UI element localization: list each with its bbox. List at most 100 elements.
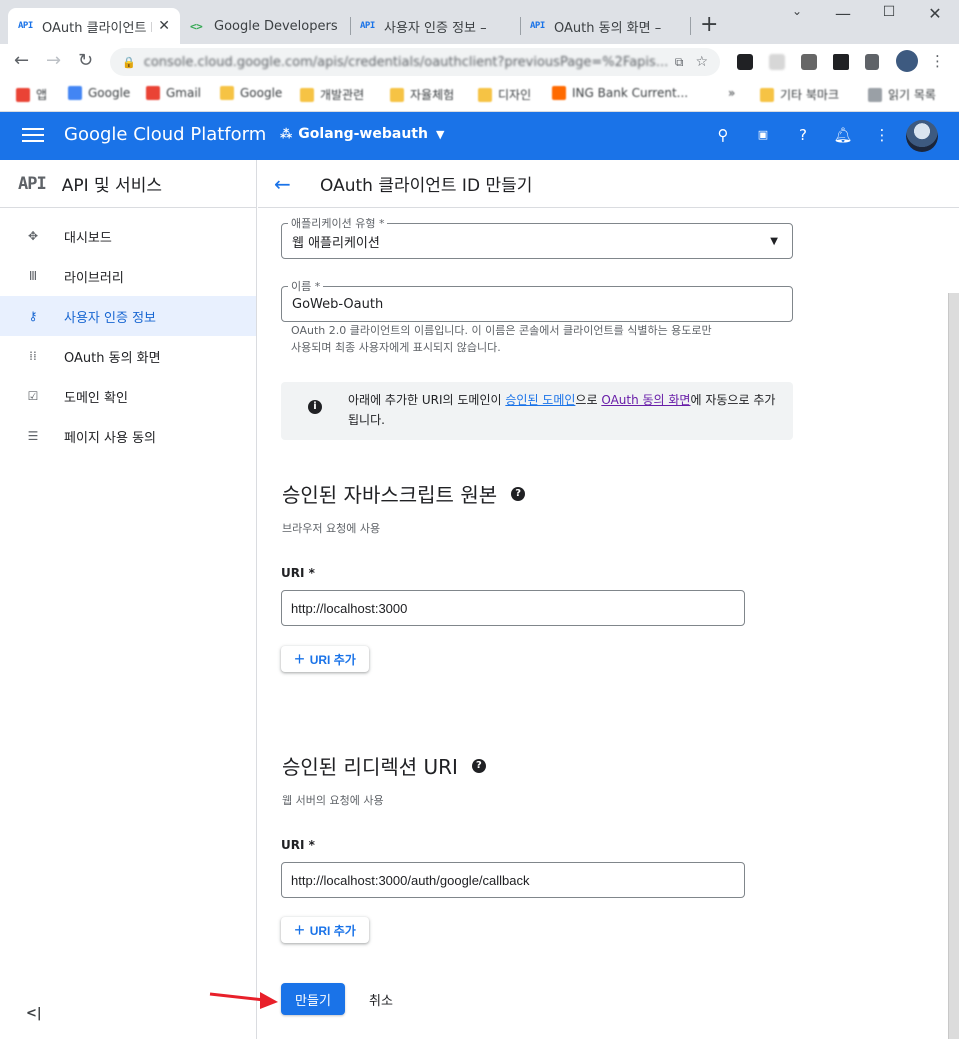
reading-list-icon <box>868 87 882 102</box>
more-vert-icon[interactable]: ⋮ <box>871 126 893 144</box>
reload-icon[interactable]: ↻ <box>78 50 93 71</box>
bank-icon <box>552 86 566 100</box>
bookmark-item[interactable]: ING Bank Current... <box>552 86 688 100</box>
bookmark-item[interactable]: 디자인 <box>478 86 531 103</box>
scrollbar[interactable] <box>948 293 959 1039</box>
sidebar-item-dashboard[interactable]: ✥ 대시보드 <box>0 216 256 256</box>
redirect-uri-input[interactable] <box>281 862 745 898</box>
api-favicon-icon: API <box>530 21 545 31</box>
more-vert-icon[interactable]: ⋮ <box>930 52 945 70</box>
project-icon: ⁂ <box>280 127 293 141</box>
sidebar-item-library[interactable]: Ⅲ 라이브러리 <box>0 256 256 296</box>
authorized-domains-link[interactable]: 승인된 도메인 <box>505 393 575 407</box>
info-icon: i <box>308 400 322 414</box>
cancel-button[interactable]: 취소 <box>356 983 406 1015</box>
app-type-select[interactable]: 애플리케이션 유형 * 웹 애플리케이션 ▼ <box>281 215 793 259</box>
back-nav-icon[interactable]: ← <box>14 50 29 71</box>
js-origins-subtitle: 브라우저 요청에 사용 <box>282 522 381 535</box>
close-window-icon[interactable]: ✕ <box>912 4 958 23</box>
collapse-sidebar-icon[interactable]: <| <box>26 1006 42 1021</box>
brand-title[interactable]: Google Cloud Platform <box>64 124 266 145</box>
bookmark-item[interactable]: 기타 북마크 <box>760 86 839 103</box>
help-icon[interactable]: ? <box>511 486 526 501</box>
sidebar-item-domain-verification[interactable]: ☑ 도메인 확인 <box>0 376 256 416</box>
sidebar-title: API 및 서비스 <box>61 176 162 196</box>
lock-icon: 🔒 <box>122 55 136 69</box>
app-type-value: 웹 애플리케이션 <box>292 235 380 251</box>
redirect-uris-subtitle: 웹 서버의 요청에 사용 <box>282 794 384 807</box>
google-icon <box>68 86 82 100</box>
browser-tab-consent-screen[interactable]: API OAuth 동의 화면 – <box>520 8 690 44</box>
bookmarks-overflow-icon[interactable]: » <box>728 86 735 100</box>
chevron-down-icon[interactable]: ⌄ <box>774 4 820 18</box>
address-bar[interactable]: 🔒 console.cloud.google.com/apis/credenti… <box>110 48 720 76</box>
key-icon: ⚷ <box>28 309 38 323</box>
dashboard-icon: ✥ <box>27 229 39 243</box>
minimize-icon[interactable]: — <box>820 4 866 23</box>
bookmark-item[interactable]: Google <box>68 86 130 100</box>
profile-avatar[interactable] <box>896 50 918 72</box>
cloud-shell-icon[interactable]: ▣ <box>752 128 774 141</box>
main-header: ← OAuth 클라이언트 ID 만들기 <box>258 160 959 208</box>
close-tab-icon[interactable]: ✕ <box>158 18 170 34</box>
tab-separator <box>690 17 691 35</box>
oauth-consent-link[interactable]: OAuth 동의 화면 <box>601 393 690 407</box>
redirect-uris-title: 승인된 리디렉션 URI ? <box>282 751 486 780</box>
sidebar-item-label: 대시보드 <box>64 230 112 246</box>
playlist-icon[interactable] <box>865 54 879 70</box>
bookmark-item[interactable]: Gmail <box>146 86 201 100</box>
tab-title: Google Developers <box>214 18 338 34</box>
add-redirect-uri-button[interactable]: + URI 추가 <box>281 917 369 943</box>
tab-title: OAuth 클라이언트 I <box>42 20 153 36</box>
project-name: Golang-webauth <box>298 126 428 142</box>
project-selector[interactable]: ⁂ Golang-webauth ▼ <box>280 126 444 142</box>
js-origin-uri-input[interactable] <box>281 590 745 626</box>
folder-icon <box>478 87 492 102</box>
bookmark-item[interactable]: 개발관련 <box>300 86 364 103</box>
plus-icon: + <box>294 649 305 669</box>
help-icon[interactable]: ? <box>471 758 486 773</box>
tab-title: 사용자 인증 정보 – <box>384 20 487 36</box>
menu-icon[interactable] <box>22 124 44 148</box>
tab-title: OAuth 동의 화면 – <box>554 20 662 36</box>
sidebar-header: API API 및 서비스 <box>0 160 256 208</box>
bookmark-item[interactable]: 자율체험 <box>390 86 454 103</box>
add-js-origin-uri-button[interactable]: + URI 추가 <box>281 646 369 672</box>
bookmark-item[interactable]: 읽기 목록 <box>868 86 936 103</box>
help-icon[interactable]: ? <box>792 126 814 144</box>
browser-tab-oauth-client[interactable]: API OAuth 클라이언트 I ✕ <box>8 8 180 44</box>
new-tab-icon[interactable]: + <box>700 12 718 37</box>
client-name-hint: OAuth 2.0 클라이언트의 이름입니다. 이 이름은 콘솔에서 클라이언트… <box>291 324 712 354</box>
share-icon[interactable]: ⧉ <box>675 55 684 70</box>
browser-tab-google-developers[interactable]: <> Google Developers <box>180 8 350 44</box>
extension-icon[interactable] <box>737 54 753 70</box>
sidebar-item-page-usage[interactable]: ☰ 페이지 사용 동의 <box>0 416 256 456</box>
folder-icon <box>300 87 314 102</box>
extension-icon[interactable] <box>769 54 785 70</box>
sidebar-item-oauth-consent[interactable]: ⁞⁞ OAuth 동의 화면 <box>0 336 256 376</box>
browser-tab-credentials[interactable]: API 사용자 인증 정보 – <box>350 8 520 44</box>
extension-icon[interactable] <box>801 54 817 70</box>
back-arrow-icon[interactable]: ← <box>274 172 298 196</box>
bookmark-item[interactable]: 앱 <box>16 86 47 103</box>
client-name-field[interactable]: 이름 * GoWeb-Oauth <box>281 278 793 322</box>
domain-check-icon: ☑ <box>27 389 39 403</box>
sidebar-item-label: 도메인 확인 <box>64 390 128 406</box>
form-content: 애플리케이션 유형 * 웹 애플리케이션 ▼ 이름 * GoWeb-Oauth … <box>258 209 948 1039</box>
create-button[interactable]: 만들기 <box>281 983 345 1015</box>
search-icon[interactable]: ⚲ <box>712 126 734 144</box>
api-logo-icon: API <box>18 173 47 194</box>
app-type-label: 애플리케이션 유형 * <box>288 215 388 231</box>
sidebar-item-label: 라이브러리 <box>64 270 124 286</box>
puzzle-icon[interactable] <box>833 54 849 70</box>
bookmark-item[interactable]: Google <box>220 86 282 100</box>
api-favicon-icon: API <box>18 21 33 31</box>
forward-nav-icon[interactable]: → <box>46 50 61 71</box>
maximize-icon[interactable]: ☐ <box>866 4 912 20</box>
notifications-icon[interactable]: 🔔︎ <box>832 126 854 144</box>
sidebar-item-credentials[interactable]: ⚷ 사용자 인증 정보 <box>0 296 256 336</box>
account-avatar[interactable] <box>906 120 938 152</box>
star-icon[interactable]: ☆ <box>695 54 708 70</box>
page-usage-icon: ☰ <box>27 429 39 443</box>
sidebar-item-label: 사용자 인증 정보 <box>64 310 156 326</box>
